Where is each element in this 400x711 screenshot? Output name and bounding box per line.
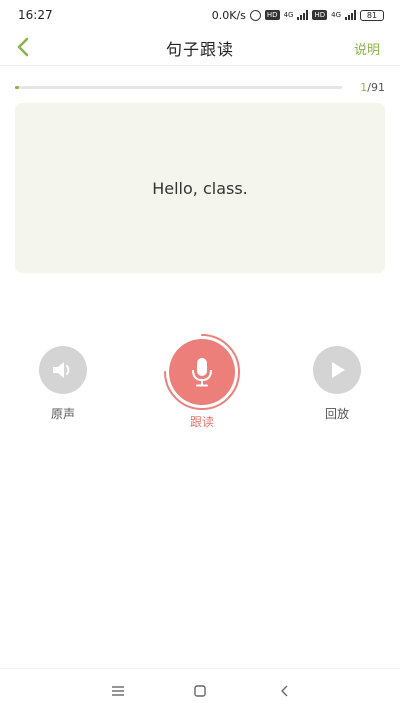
menu-icon bbox=[112, 686, 124, 696]
system-nav-bar bbox=[0, 668, 400, 711]
nav-back-button[interactable] bbox=[272, 679, 296, 703]
nav-menu-button[interactable] bbox=[106, 679, 130, 703]
record-button[interactable]: 跟读 bbox=[157, 334, 247, 443]
alarm-icon bbox=[249, 9, 261, 21]
status-indicators: 0.0K/s HD 4G HD 4G 81 bbox=[212, 9, 384, 22]
status-bar: 16:27 0.0K/s HD 4G HD 4G 81 bbox=[0, 0, 400, 30]
progress-bar bbox=[15, 85, 342, 89]
home-icon bbox=[194, 685, 206, 697]
hd-badge: HD bbox=[312, 10, 328, 20]
page-title: 句子跟读 bbox=[165, 39, 234, 59]
back-button[interactable] bbox=[10, 34, 36, 60]
app-screen: 16:27 0.0K/s HD 4G HD 4G 81 句子跟读 说明 1/91 bbox=[0, 0, 400, 711]
progress-total: /91 bbox=[367, 80, 385, 94]
progress-counter: 1/91 bbox=[360, 81, 385, 94]
app-header: 句子跟读 说明 bbox=[0, 30, 400, 66]
record-button-wrap bbox=[162, 332, 242, 412]
record-circle bbox=[169, 339, 235, 405]
network-type: 4G bbox=[331, 11, 341, 19]
signal-icon bbox=[345, 10, 356, 20]
status-time: 16:27 bbox=[18, 8, 53, 22]
sentence-card: Hello, class. bbox=[15, 103, 385, 273]
signal-icon bbox=[297, 10, 309, 20]
battery-level: 81 bbox=[366, 10, 378, 20]
sentence-text: Hello, class. bbox=[152, 178, 248, 198]
help-button[interactable]: 说明 bbox=[354, 39, 380, 58]
speaker-icon bbox=[53, 362, 70, 378]
hd-badge: HD bbox=[264, 10, 280, 20]
original-audio-label: 原声 bbox=[50, 407, 75, 421]
record-label: 跟读 bbox=[189, 415, 214, 429]
network-type: 4G bbox=[283, 11, 294, 19]
original-audio-button[interactable]: 原声 bbox=[18, 343, 108, 443]
playback-label: 回放 bbox=[324, 407, 349, 421]
playback-circle bbox=[313, 346, 361, 394]
chevron-left-icon bbox=[17, 37, 29, 57]
progress-fill bbox=[15, 85, 19, 89]
net-speed: 0.0K/s bbox=[211, 8, 246, 22]
progress-section: 1/91 bbox=[15, 80, 385, 94]
microphone-icon bbox=[192, 358, 212, 387]
original-audio-circle bbox=[39, 346, 87, 394]
playback-button[interactable]: 回放 bbox=[292, 343, 382, 443]
nav-home-button[interactable] bbox=[188, 679, 212, 703]
battery-icon: 81 bbox=[360, 9, 384, 21]
back-icon bbox=[281, 685, 288, 697]
play-icon bbox=[332, 362, 345, 378]
